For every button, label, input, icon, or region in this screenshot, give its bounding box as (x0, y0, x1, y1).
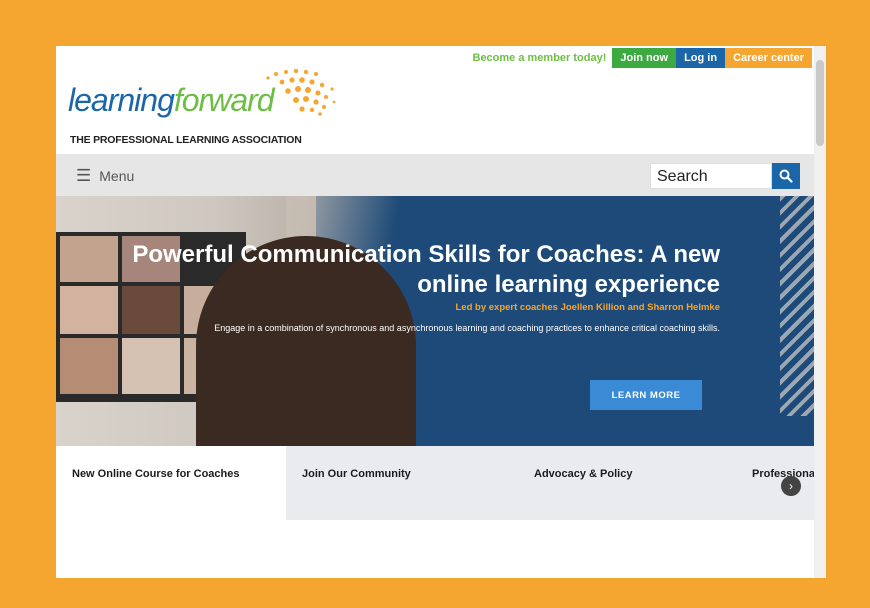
career-center-button[interactable]: Career center (725, 48, 812, 68)
hatch-decoration (780, 196, 814, 416)
hero-subtitle: Led by expert coaches Joellen Killion an… (455, 302, 721, 313)
menu-toggle[interactable]: ☰ Menu (76, 166, 134, 186)
browser-screen: Become a member today! Join now Log in C… (56, 46, 826, 578)
tab-join-community[interactable]: Join Our Community (286, 446, 518, 520)
menu-label: Menu (99, 168, 135, 184)
tab-professional[interactable]: Professional Learning (736, 446, 814, 520)
join-now-button[interactable]: Join now (612, 48, 677, 68)
hamburger-icon: ☰ (76, 166, 92, 185)
carousel-next-button[interactable]: › (781, 476, 801, 496)
search-input[interactable]: Search (650, 163, 772, 189)
chevron-right-icon: › (789, 479, 793, 493)
become-member-link[interactable]: Become a member today! (467, 52, 613, 64)
feature-tabs: New Online Course for Coaches Join Our C… (56, 446, 814, 520)
hero-description: Engage in a combination of synchronous a… (214, 323, 720, 333)
logo-wordmark: learningforward (68, 82, 275, 118)
hero-banner: Powerful Communication Skills for Coache… (56, 196, 814, 446)
hero-title: Powerful Communication Skills for Coache… (132, 241, 720, 298)
orange-frame: Become a member today! Join now Log in C… (0, 0, 870, 608)
learn-more-button[interactable]: LEARN MORE (590, 380, 702, 410)
top-links: Become a member today! Join now Log in C… (467, 48, 812, 68)
search-button[interactable] (772, 163, 800, 189)
log-in-button[interactable]: Log in (676, 48, 726, 68)
tab-advocacy-policy[interactable]: Advocacy & Policy (518, 446, 736, 520)
site-logo[interactable]: learningforward THE PROFESSIONAL LEARNIN… (68, 68, 348, 150)
logo-tagline: THE PROFESSIONAL LEARNING ASSOCIATION (70, 134, 302, 146)
tab-new-online-course[interactable]: New Online Course for Coaches (56, 446, 286, 520)
vertical-scrollbar[interactable] (814, 46, 826, 578)
scrollbar-thumb[interactable] (816, 60, 824, 146)
main-nav-bar: ☰ Menu Search (56, 154, 814, 196)
search-icon (779, 169, 793, 183)
